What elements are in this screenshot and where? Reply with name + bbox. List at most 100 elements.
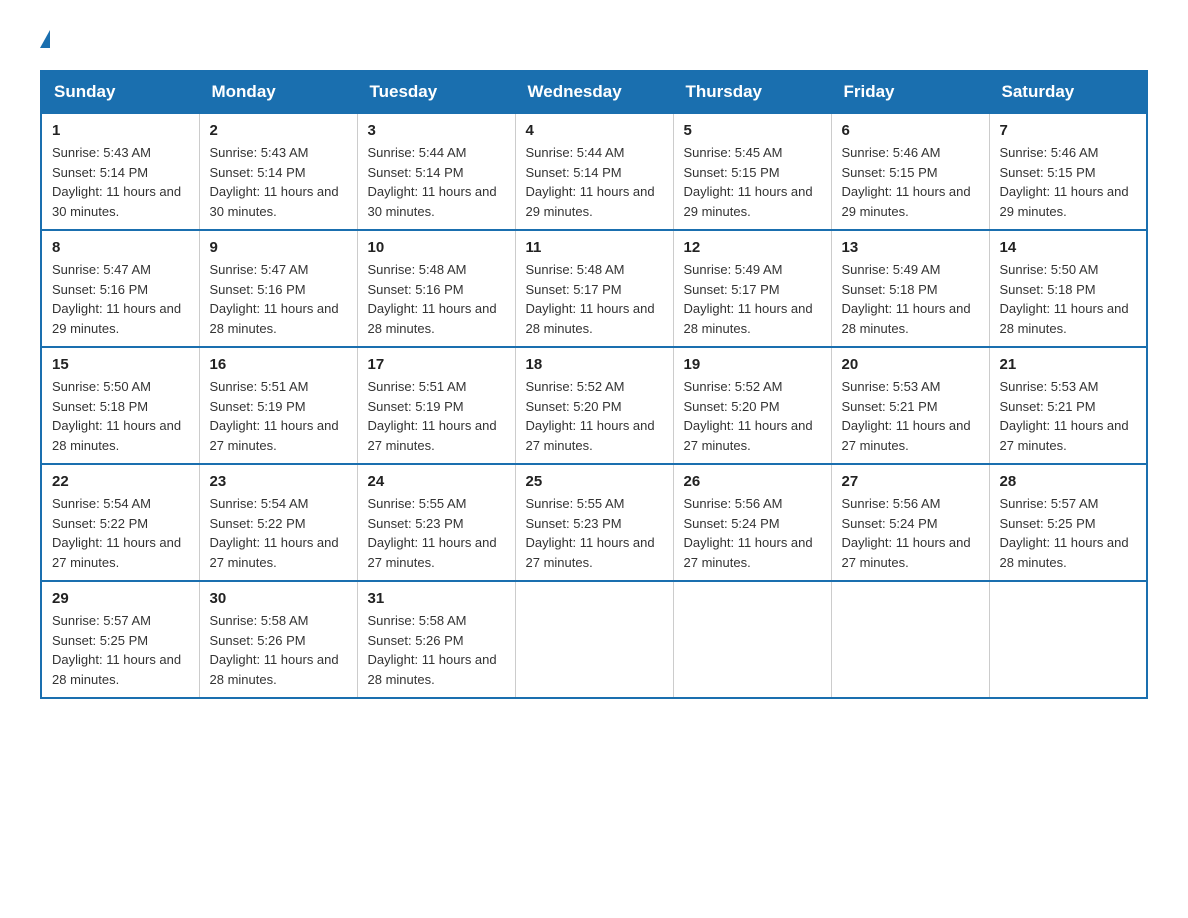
day-number: 21 <box>1000 356 1137 373</box>
day-info: Sunrise: 5:50 AMSunset: 5:18 PMDaylight:… <box>52 379 181 453</box>
calendar-day-cell: 7 Sunrise: 5:46 AMSunset: 5:15 PMDayligh… <box>989 113 1147 230</box>
day-info: Sunrise: 5:48 AMSunset: 5:17 PMDaylight:… <box>526 262 655 336</box>
day-number: 16 <box>210 356 347 373</box>
day-info: Sunrise: 5:54 AMSunset: 5:22 PMDaylight:… <box>210 496 339 570</box>
calendar-day-cell: 31 Sunrise: 5:58 AMSunset: 5:26 PMDaylig… <box>357 581 515 698</box>
day-number: 10 <box>368 239 505 256</box>
day-number: 11 <box>526 239 663 256</box>
calendar-day-cell <box>515 581 673 698</box>
day-info: Sunrise: 5:45 AMSunset: 5:15 PMDaylight:… <box>684 145 813 219</box>
day-info: Sunrise: 5:56 AMSunset: 5:24 PMDaylight:… <box>684 496 813 570</box>
calendar-day-cell <box>989 581 1147 698</box>
day-info: Sunrise: 5:49 AMSunset: 5:17 PMDaylight:… <box>684 262 813 336</box>
day-info: Sunrise: 5:47 AMSunset: 5:16 PMDaylight:… <box>52 262 181 336</box>
calendar-day-cell: 15 Sunrise: 5:50 AMSunset: 5:18 PMDaylig… <box>41 347 199 464</box>
day-info: Sunrise: 5:57 AMSunset: 5:25 PMDaylight:… <box>1000 496 1129 570</box>
calendar-day-cell <box>673 581 831 698</box>
calendar-day-cell: 17 Sunrise: 5:51 AMSunset: 5:19 PMDaylig… <box>357 347 515 464</box>
day-number: 12 <box>684 239 821 256</box>
calendar-header-thursday: Thursday <box>673 71 831 113</box>
day-number: 19 <box>684 356 821 373</box>
day-number: 13 <box>842 239 979 256</box>
day-info: Sunrise: 5:51 AMSunset: 5:19 PMDaylight:… <box>368 379 497 453</box>
day-info: Sunrise: 5:53 AMSunset: 5:21 PMDaylight:… <box>1000 379 1129 453</box>
day-info: Sunrise: 5:52 AMSunset: 5:20 PMDaylight:… <box>684 379 813 453</box>
day-number: 17 <box>368 356 505 373</box>
day-info: Sunrise: 5:57 AMSunset: 5:25 PMDaylight:… <box>52 613 181 687</box>
day-number: 30 <box>210 590 347 607</box>
calendar-day-cell: 4 Sunrise: 5:44 AMSunset: 5:14 PMDayligh… <box>515 113 673 230</box>
day-info: Sunrise: 5:54 AMSunset: 5:22 PMDaylight:… <box>52 496 181 570</box>
logo-triangle-icon <box>40 30 50 48</box>
calendar-week-row: 29 Sunrise: 5:57 AMSunset: 5:25 PMDaylig… <box>41 581 1147 698</box>
calendar-day-cell: 26 Sunrise: 5:56 AMSunset: 5:24 PMDaylig… <box>673 464 831 581</box>
day-info: Sunrise: 5:44 AMSunset: 5:14 PMDaylight:… <box>368 145 497 219</box>
day-number: 15 <box>52 356 189 373</box>
day-number: 3 <box>368 122 505 139</box>
calendar-day-cell: 25 Sunrise: 5:55 AMSunset: 5:23 PMDaylig… <box>515 464 673 581</box>
calendar-day-cell: 24 Sunrise: 5:55 AMSunset: 5:23 PMDaylig… <box>357 464 515 581</box>
day-info: Sunrise: 5:58 AMSunset: 5:26 PMDaylight:… <box>368 613 497 687</box>
calendar-day-cell: 27 Sunrise: 5:56 AMSunset: 5:24 PMDaylig… <box>831 464 989 581</box>
calendar-day-cell: 29 Sunrise: 5:57 AMSunset: 5:25 PMDaylig… <box>41 581 199 698</box>
day-info: Sunrise: 5:48 AMSunset: 5:16 PMDaylight:… <box>368 262 497 336</box>
calendar-day-cell: 10 Sunrise: 5:48 AMSunset: 5:16 PMDaylig… <box>357 230 515 347</box>
day-info: Sunrise: 5:55 AMSunset: 5:23 PMDaylight:… <box>526 496 655 570</box>
calendar-day-cell <box>831 581 989 698</box>
day-number: 7 <box>1000 122 1137 139</box>
calendar-day-cell: 19 Sunrise: 5:52 AMSunset: 5:20 PMDaylig… <box>673 347 831 464</box>
day-number: 24 <box>368 473 505 490</box>
calendar-day-cell: 9 Sunrise: 5:47 AMSunset: 5:16 PMDayligh… <box>199 230 357 347</box>
day-number: 2 <box>210 122 347 139</box>
day-info: Sunrise: 5:49 AMSunset: 5:18 PMDaylight:… <box>842 262 971 336</box>
calendar-day-cell: 3 Sunrise: 5:44 AMSunset: 5:14 PMDayligh… <box>357 113 515 230</box>
calendar-day-cell: 18 Sunrise: 5:52 AMSunset: 5:20 PMDaylig… <box>515 347 673 464</box>
calendar-header-monday: Monday <box>199 71 357 113</box>
calendar-day-cell: 28 Sunrise: 5:57 AMSunset: 5:25 PMDaylig… <box>989 464 1147 581</box>
day-number: 9 <box>210 239 347 256</box>
calendar-day-cell: 1 Sunrise: 5:43 AMSunset: 5:14 PMDayligh… <box>41 113 199 230</box>
day-info: Sunrise: 5:46 AMSunset: 5:15 PMDaylight:… <box>842 145 971 219</box>
day-info: Sunrise: 5:52 AMSunset: 5:20 PMDaylight:… <box>526 379 655 453</box>
page-header <box>40 30 1148 50</box>
day-number: 22 <box>52 473 189 490</box>
day-number: 14 <box>1000 239 1137 256</box>
day-info: Sunrise: 5:55 AMSunset: 5:23 PMDaylight:… <box>368 496 497 570</box>
calendar-header-row: SundayMondayTuesdayWednesdayThursdayFrid… <box>41 71 1147 113</box>
calendar-day-cell: 5 Sunrise: 5:45 AMSunset: 5:15 PMDayligh… <box>673 113 831 230</box>
calendar-week-row: 22 Sunrise: 5:54 AMSunset: 5:22 PMDaylig… <box>41 464 1147 581</box>
day-number: 8 <box>52 239 189 256</box>
calendar-day-cell: 2 Sunrise: 5:43 AMSunset: 5:14 PMDayligh… <box>199 113 357 230</box>
day-info: Sunrise: 5:51 AMSunset: 5:19 PMDaylight:… <box>210 379 339 453</box>
calendar-day-cell: 23 Sunrise: 5:54 AMSunset: 5:22 PMDaylig… <box>199 464 357 581</box>
day-number: 6 <box>842 122 979 139</box>
calendar-day-cell: 14 Sunrise: 5:50 AMSunset: 5:18 PMDaylig… <box>989 230 1147 347</box>
day-number: 31 <box>368 590 505 607</box>
calendar-day-cell: 6 Sunrise: 5:46 AMSunset: 5:15 PMDayligh… <box>831 113 989 230</box>
day-number: 18 <box>526 356 663 373</box>
calendar-week-row: 15 Sunrise: 5:50 AMSunset: 5:18 PMDaylig… <box>41 347 1147 464</box>
day-number: 29 <box>52 590 189 607</box>
day-info: Sunrise: 5:53 AMSunset: 5:21 PMDaylight:… <box>842 379 971 453</box>
day-number: 23 <box>210 473 347 490</box>
calendar-day-cell: 16 Sunrise: 5:51 AMSunset: 5:19 PMDaylig… <box>199 347 357 464</box>
calendar-week-row: 1 Sunrise: 5:43 AMSunset: 5:14 PMDayligh… <box>41 113 1147 230</box>
logo <box>40 30 50 50</box>
calendar-day-cell: 8 Sunrise: 5:47 AMSunset: 5:16 PMDayligh… <box>41 230 199 347</box>
day-number: 1 <box>52 122 189 139</box>
day-info: Sunrise: 5:43 AMSunset: 5:14 PMDaylight:… <box>210 145 339 219</box>
calendar-header-saturday: Saturday <box>989 71 1147 113</box>
day-info: Sunrise: 5:44 AMSunset: 5:14 PMDaylight:… <box>526 145 655 219</box>
calendar-header-sunday: Sunday <box>41 71 199 113</box>
calendar-header-tuesday: Tuesday <box>357 71 515 113</box>
day-number: 5 <box>684 122 821 139</box>
day-info: Sunrise: 5:58 AMSunset: 5:26 PMDaylight:… <box>210 613 339 687</box>
calendar-table: SundayMondayTuesdayWednesdayThursdayFrid… <box>40 70 1148 699</box>
calendar-day-cell: 30 Sunrise: 5:58 AMSunset: 5:26 PMDaylig… <box>199 581 357 698</box>
calendar-day-cell: 12 Sunrise: 5:49 AMSunset: 5:17 PMDaylig… <box>673 230 831 347</box>
day-number: 4 <box>526 122 663 139</box>
calendar-day-cell: 13 Sunrise: 5:49 AMSunset: 5:18 PMDaylig… <box>831 230 989 347</box>
day-number: 28 <box>1000 473 1137 490</box>
day-number: 26 <box>684 473 821 490</box>
day-info: Sunrise: 5:43 AMSunset: 5:14 PMDaylight:… <box>52 145 181 219</box>
